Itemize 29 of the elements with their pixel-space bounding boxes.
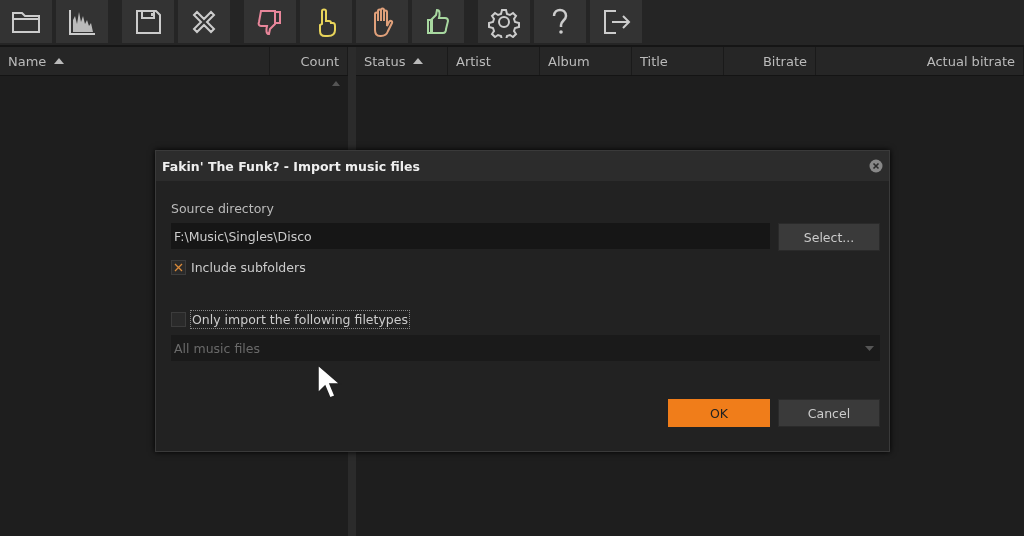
checkbox[interactable] — [171, 260, 186, 275]
open-folder-icon[interactable] — [0, 0, 52, 43]
save-icon[interactable] — [122, 0, 174, 43]
source-path-field[interactable]: F:\Music\Singles\Disco — [171, 223, 770, 249]
column-header[interactable]: Name — [0, 47, 270, 75]
close-icon[interactable] — [869, 159, 883, 173]
raised-hand-icon[interactable] — [356, 0, 408, 43]
checkbox-label[interactable]: Only import the following filetypes — [190, 310, 410, 329]
column-header[interactable]: Bitrate — [724, 47, 816, 75]
column-header[interactable]: Artist — [448, 47, 540, 75]
thumbs-down-icon[interactable] — [244, 0, 296, 43]
column-header[interactable]: Title — [632, 47, 724, 75]
ok-button[interactable]: OK — [668, 399, 770, 427]
dialog-title: Fakin' The Funk? - Import music files — [162, 158, 420, 174]
help-icon[interactable] — [534, 0, 586, 43]
thumbs-up-icon[interactable] — [412, 0, 464, 43]
cancel-button[interactable]: Cancel — [778, 399, 880, 427]
pointing-hand-icon[interactable] — [300, 0, 352, 43]
checkbox-label[interactable]: Include subfolders — [190, 259, 307, 276]
column-header[interactable]: Album — [540, 47, 632, 75]
column-header[interactable]: Status — [356, 47, 448, 75]
exit-icon[interactable] — [590, 0, 642, 43]
column-header[interactable]: Actual bitrate — [816, 47, 1024, 75]
checkbox[interactable] — [171, 312, 186, 327]
field-label: Source directory — [171, 201, 275, 216]
settings-icon[interactable] — [478, 0, 530, 43]
close-icon[interactable] — [178, 0, 230, 43]
waveform-icon[interactable] — [56, 0, 108, 43]
select-button[interactable]: Select... — [778, 223, 880, 251]
